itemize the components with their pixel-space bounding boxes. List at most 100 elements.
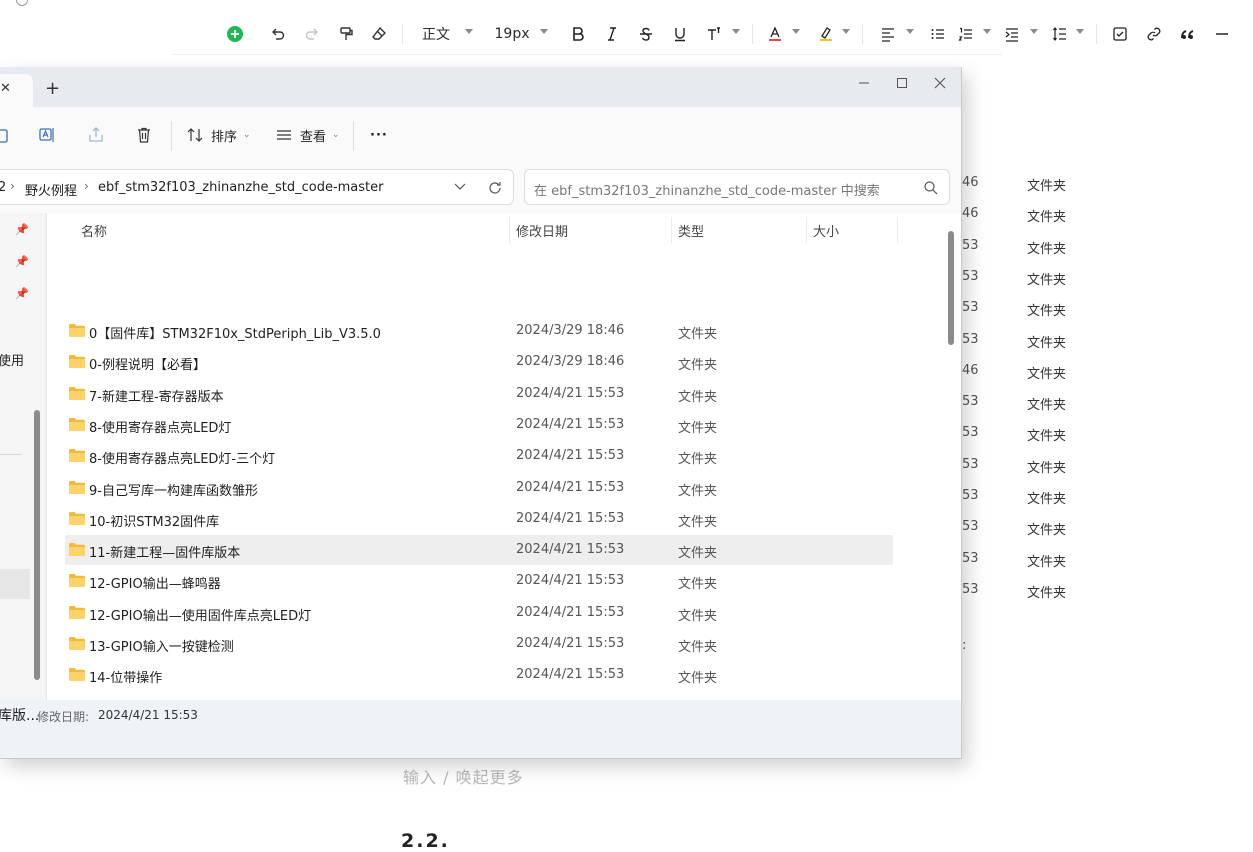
table-row[interactable]: 7-新建工程-寄存器版本 2024/4/21 15:53 文件夹 [65,379,893,409]
background-type: 文件夹 [1027,366,1067,382]
italic-button[interactable] [604,22,620,46]
background-time: 46 [962,362,979,378]
indent-button[interactable] [1004,22,1020,46]
search-box[interactable]: 在 ebf_stm32f103_zhinanzhe_std_code-maste… [524,169,950,205]
sort-icon [187,128,203,142]
format-painter-button[interactable] [336,22,356,46]
minimize-button[interactable] [846,71,882,95]
background-type: 文件夹 [1027,241,1067,257]
toolbar-divider [862,24,863,44]
sort-label: 排序 [211,129,238,145]
nav-scrollbar[interactable] [34,410,40,680]
table-row[interactable]: 14-位带操作-三个灯2024/4/21 15:53文件夹 [65,692,893,700]
underline-button[interactable] [672,22,688,46]
search-input[interactable]: 在 ebf_stm32f103_zhinanzhe_std_code-maste… [534,180,880,199]
add-block-button[interactable] [225,22,245,46]
toolbar-divider [752,24,753,44]
file-name: 10-初识STM32固件库 [89,514,220,530]
close-icon [934,77,946,89]
chevron-down-icon [732,29,740,34]
file-name: 12-GPIO输出—使用固件库点亮LED灯 [89,608,312,624]
background-type: 文件夹 [1027,179,1067,194]
refresh-icon[interactable] [487,180,503,196]
table-row[interactable]: 13-GPIO输入一按键检测 2024/4/21 15:53 文件夹 [65,629,893,659]
paragraph-style-select[interactable]: 正文 [418,22,454,46]
column-header-type[interactable]: 类型 [678,221,704,240]
column-header-date[interactable]: 修改日期 [516,221,568,240]
toolbar-divider [402,24,403,44]
table-row[interactable]: 0【固件库】STM32F10x_StdPeriph_Lib_V3.5.0 2024… [65,316,893,346]
column-header-name[interactable]: 名称 [81,221,107,240]
column-header-size[interactable]: 大小 [813,221,839,240]
close-tab-icon[interactable]: ✕ [0,81,11,96]
link-button[interactable] [1146,22,1162,46]
folder-icon [69,480,85,494]
explorer-tab[interactable]: ✕ [0,74,33,107]
folder-icon [69,417,85,431]
chevron-down-icon [1076,29,1084,34]
quote-button[interactable] [1180,22,1196,46]
nav-item-label[interactable]: 使用 [0,350,24,369]
nav-item-selected[interactable] [0,569,30,599]
redo-button[interactable] [302,22,322,46]
align-button[interactable] [880,22,896,46]
pin-icon[interactable]: 📌 [15,255,29,268]
view-button[interactable]: 查看 ⌄ [275,123,340,147]
file-date: 2024/3/29 18:46 [516,354,625,370]
paste-button[interactable] [0,123,10,147]
pin-icon[interactable]: 📌 [15,287,29,300]
editor-placeholder[interactable]: 输入 / 唤起更多 [403,764,524,788]
task-list-button[interactable] [1112,22,1128,46]
close-window-button[interactable] [922,71,958,95]
table-row[interactable]: 0-例程说明【必看】 2024/3/29 18:46 文件夹 [65,347,893,377]
maximize-button[interactable] [884,71,920,95]
table-row[interactable]: 8-使用寄存器点亮LED灯-三个灯 2024/4/21 15:53 文件夹 [65,441,893,471]
column-divider [671,217,672,243]
table-row[interactable]: 8-使用寄存器点亮LED灯 2024/4/21 15:53 文件夹 [65,410,893,440]
breadcrumb-current[interactable]: ebf_stm32f103_zhinanzhe_std_code-master [98,180,383,195]
delete-button[interactable] [135,123,153,147]
chevron-down-icon [1030,29,1038,34]
bullet-list-button[interactable] [930,22,946,46]
bold-button[interactable] [570,22,586,46]
numbered-list-icon [958,27,972,41]
address-bar[interactable]: 2 › 野火例程 › ebf_stm32f103_zhinanzhe_std_c… [0,169,514,205]
new-tab-button[interactable]: + [45,78,60,99]
strikethrough-button[interactable] [638,22,654,46]
chevron-down-icon[interactable] [453,182,467,192]
background-time: 53 [962,331,979,347]
font-color-button[interactable] [767,22,783,46]
breadcrumb-parent[interactable]: 野火例程 [25,180,77,199]
highlight-button[interactable] [818,22,834,46]
clear-format-button[interactable] [369,22,389,46]
line-height-button[interactable] [1052,22,1068,46]
share-button[interactable] [87,123,105,147]
file-name: 11-新建工程—固件库版本 [89,546,241,562]
background-type: 文件夹 [1027,210,1067,226]
checkbox-icon [1113,27,1127,41]
table-row[interactable]: 12-GPIO输出—使用固件库点亮LED灯 2024/4/21 15:53 文件夹 [65,598,893,628]
file-date: 2024/4/21 15:53 [516,479,625,495]
pin-icon[interactable]: 📌 [15,223,29,236]
file-list: ^ 名称 修改日期 类型 大小 0【固件库】STM32F10x_StdPerip… [47,213,961,700]
rename-button[interactable] [38,123,56,147]
undo-button[interactable] [268,22,288,46]
more-options-button[interactable]: ··· [370,123,388,147]
table-row[interactable]: 12-GPIO输出—蜂鸣器 2024/4/21 15:53 文件夹 [65,566,893,596]
toolbar-bottom-line [172,54,1002,55]
table-row[interactable]: 14-位带操作 2024/4/21 15:53 文件夹 [65,660,893,690]
numbered-list-button[interactable] [958,22,974,46]
background-colon: : [962,638,967,653]
file-list-scrollbar[interactable] [948,231,954,345]
text-style-button[interactable] [706,22,722,46]
breadcrumb-prefix[interactable]: 2 [0,180,6,195]
table-row[interactable]: 11-新建工程—固件库版本 2024/4/21 15:53 文件夹 [65,535,893,566]
search-icon[interactable] [923,180,939,196]
divider-button[interactable] [1214,22,1230,46]
font-size-select[interactable]: 19px [492,22,532,46]
table-row[interactable]: 9-自己写库一构建库函数雏形 2024/4/21 15:53 文件夹 [65,473,893,503]
sort-button[interactable]: 排序 ⌄ [186,123,251,147]
radio-circle-icon[interactable] [16,0,28,6]
table-row[interactable]: 10-初识STM32固件库 2024/4/21 15:53 文件夹 [65,504,893,534]
bullet-list-icon [931,29,944,39]
